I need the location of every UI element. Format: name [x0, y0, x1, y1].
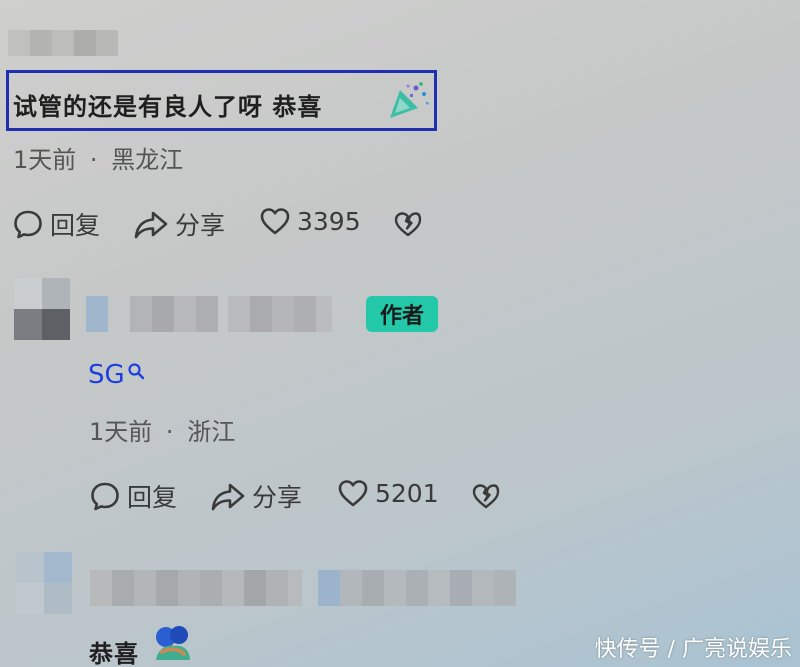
- broken-heart-icon: [472, 484, 500, 509]
- reply-label: 回复: [50, 211, 101, 240]
- share-label: 分享: [175, 211, 226, 240]
- like-button[interactable]: 3395: [259, 206, 361, 236]
- avatar[interactable]: [16, 552, 72, 614]
- comment-bubble-icon: [14, 210, 42, 239]
- share-label: 分享: [252, 483, 303, 512]
- author-badge: 作者: [366, 296, 438, 332]
- comment-bubble-icon: [91, 482, 119, 511]
- reply-button[interactable]: 回复: [89, 478, 177, 514]
- meta-separator: ·: [165, 418, 174, 446]
- blurred-username: [90, 570, 576, 606]
- comment-text-label: 试管的还是有良人了呀 恭喜: [13, 93, 323, 121]
- dislike-button[interactable]: [471, 482, 501, 510]
- watermark: 快传号 / 广亮说娱乐: [594, 637, 792, 662]
- heart-icon: [338, 480, 368, 507]
- dislike-button[interactable]: [393, 210, 423, 238]
- like-button[interactable]: 5201: [337, 478, 439, 508]
- comment-meta: 1天前 · 黑龙江: [13, 140, 183, 175]
- meta-separator: ·: [89, 146, 98, 174]
- comment-text: 恭喜: [89, 634, 139, 667]
- share-button[interactable]: 分享: [133, 206, 225, 242]
- like-count: 3395: [297, 206, 361, 236]
- comment-text-label: 恭喜: [89, 640, 139, 667]
- share-arrow-icon: [211, 483, 245, 511]
- heart-icon: [260, 208, 290, 235]
- reply-label: 回复: [127, 483, 178, 512]
- comment-location: 浙江: [187, 418, 236, 446]
- comment-time: 1天前: [89, 418, 153, 446]
- comment-text: 试管的还是有良人了呀 恭喜: [13, 87, 322, 122]
- link-text: SG: [88, 360, 125, 390]
- broken-heart-icon: [394, 212, 422, 237]
- comment-location: 黑龙江: [111, 146, 184, 174]
- share-arrow-icon: [134, 211, 168, 239]
- hug-icon: [152, 624, 194, 667]
- share-button[interactable]: 分享: [210, 478, 302, 514]
- blurred-username-top: [8, 30, 118, 56]
- avatar[interactable]: [14, 278, 70, 340]
- comment-meta: 1天前 · 浙江: [89, 412, 235, 447]
- blurred-username: [86, 296, 352, 332]
- like-count: 5201: [375, 478, 439, 508]
- reply-button[interactable]: 回复: [12, 206, 100, 242]
- comment-time: 1天前: [13, 146, 77, 174]
- party-popper-icon: [386, 80, 430, 124]
- search-icon: [128, 363, 144, 380]
- sg-search-link[interactable]: SG: [88, 360, 145, 390]
